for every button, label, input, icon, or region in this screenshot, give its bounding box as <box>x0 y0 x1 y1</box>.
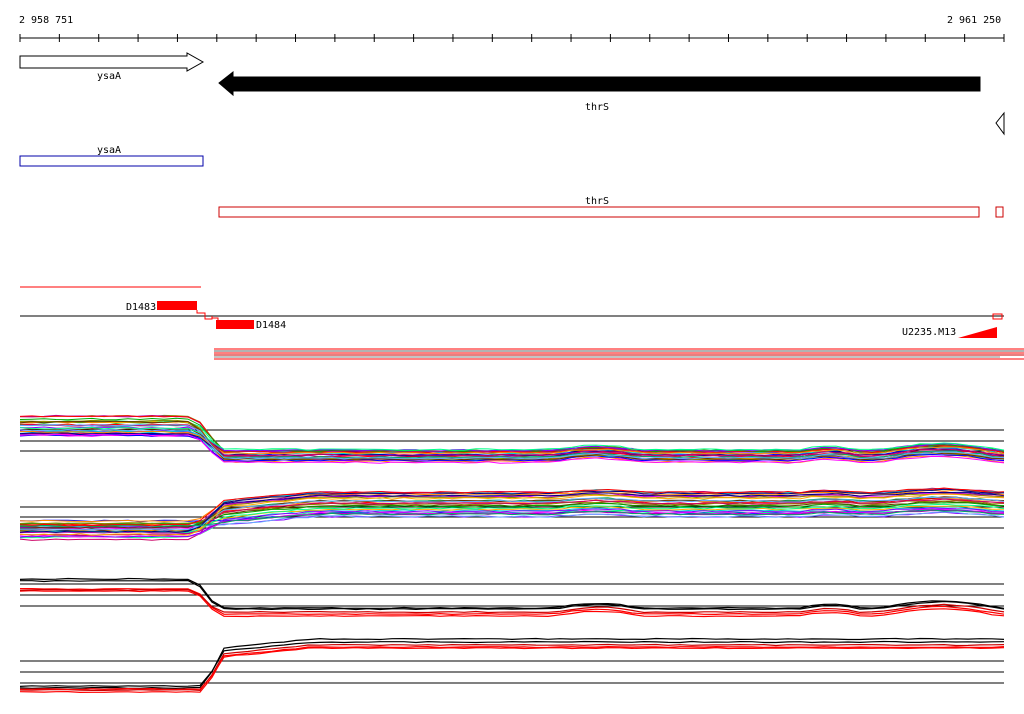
gene-track[interactable]: ysaA thrS <box>19 52 1005 136</box>
annotation-partial-box[interactable] <box>995 206 1004 218</box>
panel-c-profile-line <box>20 588 1005 616</box>
probe-track[interactable]: D1483 D1484 U2235.M13 <box>20 286 1004 338</box>
gene-ysaA-arrow[interactable] <box>19 52 205 72</box>
panel-a-profile-lines <box>19 414 1005 464</box>
panel-d-profile-line <box>19 637 1005 690</box>
annotation-thrS-label: thrS <box>585 196 609 207</box>
expression-panel-a <box>19 414 1005 464</box>
reads-track <box>214 348 1024 360</box>
panel-b-profile-line <box>19 503 1005 534</box>
annotation-ysaA-label: ysaA <box>97 145 121 156</box>
probe-U2235-M13[interactable] <box>958 327 997 338</box>
probe-D1483[interactable] <box>157 301 197 310</box>
expression-panel-b <box>19 487 1005 541</box>
ruler-end-label: 2 961 250 <box>947 15 1001 26</box>
probe-D1484[interactable] <box>216 320 254 329</box>
probe-D1484-label: D1484 <box>256 320 286 331</box>
annotation-thrS-box[interactable] <box>218 206 980 218</box>
annotation-ysaA-box[interactable] <box>19 155 204 167</box>
probe-D1483-label: D1483 <box>126 302 156 313</box>
panel-d-profile-line <box>19 643 1005 692</box>
coordinate-ruler: 2 958 751 2 961 250 <box>19 15 1005 42</box>
probe-U2235-M13-label: U2235.M13 <box>902 327 956 338</box>
genome-browser-view: 2 958 751 2 961 250 ysaA thrS ysaA thrS … <box>19 15 1024 694</box>
expression-panel-c <box>19 577 1005 618</box>
gene-thrS-arrow[interactable] <box>218 70 981 97</box>
gene-partial-arrow[interactable] <box>995 111 1005 136</box>
panel-c-profile-line <box>19 577 1005 610</box>
panel-b-profile-lines <box>19 487 1005 541</box>
gene-thrS-label: thrS <box>585 102 609 113</box>
expression-panel-d <box>19 637 1005 694</box>
panel-d-profile-lines <box>19 637 1005 694</box>
ruler-start-label: 2 958 751 <box>19 15 73 26</box>
panel-a-profile-line <box>19 420 1005 461</box>
gene-ysaA-label: ysaA <box>97 71 121 82</box>
annotation-track[interactable]: ysaA thrS <box>19 145 1004 218</box>
